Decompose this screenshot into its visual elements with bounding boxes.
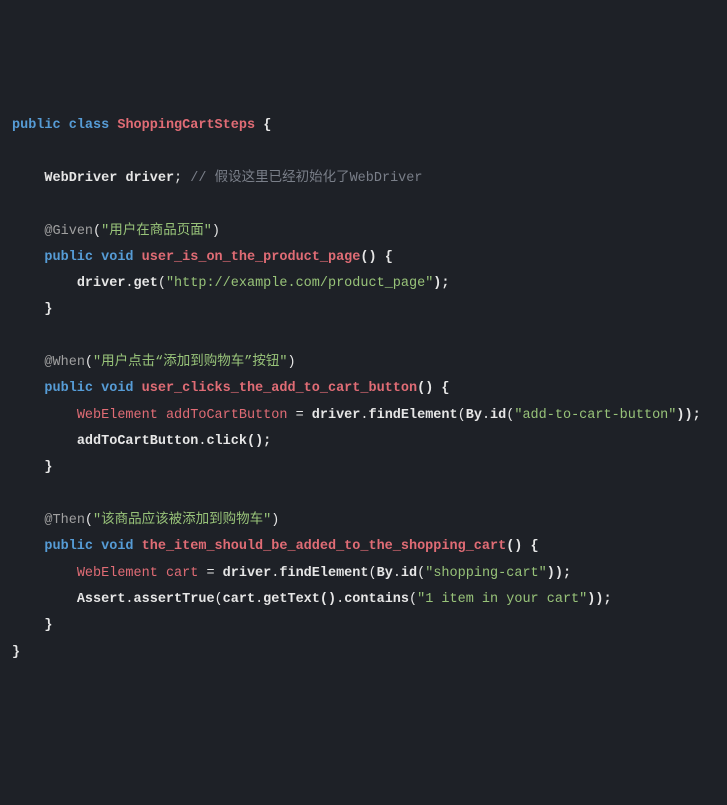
keyword-public: public — [12, 118, 61, 133]
brace-close: } — [44, 618, 52, 633]
method-get: get — [134, 276, 158, 291]
class-name: ShoppingCartSteps — [117, 118, 255, 133]
close: ); — [433, 276, 449, 291]
obj-cart: cart — [223, 592, 255, 607]
method-asserttrue: assertTrue — [134, 592, 215, 607]
dot: . — [125, 592, 133, 607]
keyword-void: void — [101, 539, 133, 554]
var-cart: cart — [166, 566, 198, 581]
string-item-count: "1 item in your cart" — [417, 592, 587, 607]
paren-open: ( — [158, 276, 166, 291]
brace-close: } — [44, 302, 52, 317]
close: )); — [547, 566, 571, 581]
code-block: public class ShoppingCartSteps { WebDriv… — [12, 113, 715, 666]
dot: . — [336, 592, 344, 607]
paren-close: ) — [271, 513, 279, 528]
equals: = — [198, 566, 222, 581]
paren-close: ) — [212, 224, 220, 239]
close: )); — [587, 592, 611, 607]
annotation-then: @Then — [44, 513, 85, 528]
keyword-class: class — [69, 118, 110, 133]
paren-open: ( — [369, 566, 377, 581]
keyword-public: public — [44, 539, 93, 554]
call-parens: () — [320, 592, 336, 607]
method-id: id — [490, 408, 506, 423]
paren-open: ( — [409, 592, 417, 607]
class-assert: Assert — [77, 592, 126, 607]
paren-open: ( — [458, 408, 466, 423]
close: )); — [676, 408, 700, 423]
parens: () — [506, 539, 522, 554]
dot: . — [482, 408, 490, 423]
method-contains: contains — [344, 592, 409, 607]
keyword-public: public — [44, 250, 93, 265]
dot: . — [393, 566, 401, 581]
annotation-given: @Given — [44, 224, 93, 239]
brace-open: { — [441, 381, 449, 396]
brace-open: { — [385, 250, 393, 265]
obj-driver: driver — [223, 566, 272, 581]
keyword-void: void — [101, 381, 133, 396]
keyword-void: void — [101, 250, 133, 265]
class-by: By — [377, 566, 393, 581]
semicolon: ; — [174, 171, 182, 186]
obj-driver: driver — [77, 276, 126, 291]
string-then: "该商品应该被添加到购物车" — [93, 513, 271, 528]
paren-open: ( — [417, 566, 425, 581]
method-id: id — [401, 566, 417, 581]
method-name-then: the_item_should_be_added_to_the_shopping… — [142, 539, 507, 554]
parens: () — [417, 381, 433, 396]
var-driver: driver — [125, 171, 174, 186]
string-when: "用户点击“添加到购物车”按钮" — [93, 355, 287, 370]
dot: . — [360, 408, 368, 423]
annotation-when: @When — [44, 355, 85, 370]
brace-close-class: } — [12, 645, 20, 660]
type-webelement: WebElement — [77, 408, 158, 423]
class-by: By — [466, 408, 482, 423]
method-gettext: getText — [263, 592, 320, 607]
var-addtocart: addToCartButton — [166, 408, 288, 423]
paren-open: ( — [85, 355, 93, 370]
string-cart-id: "shopping-cart" — [425, 566, 547, 581]
call-close: (); — [247, 434, 271, 449]
method-findelement: findElement — [279, 566, 368, 581]
type-webelement: WebElement — [77, 566, 158, 581]
comment-init: // 假设这里已经初始化了WebDriver — [190, 171, 422, 186]
equals: = — [287, 408, 311, 423]
type-webdriver: WebDriver — [44, 171, 117, 186]
string-url: "http://example.com/product_page" — [166, 276, 433, 291]
obj-addtocart: addToCartButton — [77, 434, 199, 449]
dot: . — [125, 276, 133, 291]
method-findelement: findElement — [369, 408, 458, 423]
paren-open: ( — [93, 224, 101, 239]
paren-open: ( — [85, 513, 93, 528]
brace-close: } — [44, 460, 52, 475]
string-addtocart-id: "add-to-cart-button" — [514, 408, 676, 423]
paren-open: ( — [215, 592, 223, 607]
parens: () — [360, 250, 376, 265]
brace-open: { — [531, 539, 539, 554]
brace-open: { — [263, 118, 271, 133]
keyword-public: public — [44, 381, 93, 396]
dot: . — [255, 592, 263, 607]
obj-driver: driver — [312, 408, 361, 423]
method-name-given: user_is_on_the_product_page — [142, 250, 361, 265]
method-click: click — [206, 434, 247, 449]
method-name-when: user_clicks_the_add_to_cart_button — [142, 381, 417, 396]
paren-close: ) — [287, 355, 295, 370]
string-given: "用户在商品页面" — [101, 224, 212, 239]
dot: . — [271, 566, 279, 581]
